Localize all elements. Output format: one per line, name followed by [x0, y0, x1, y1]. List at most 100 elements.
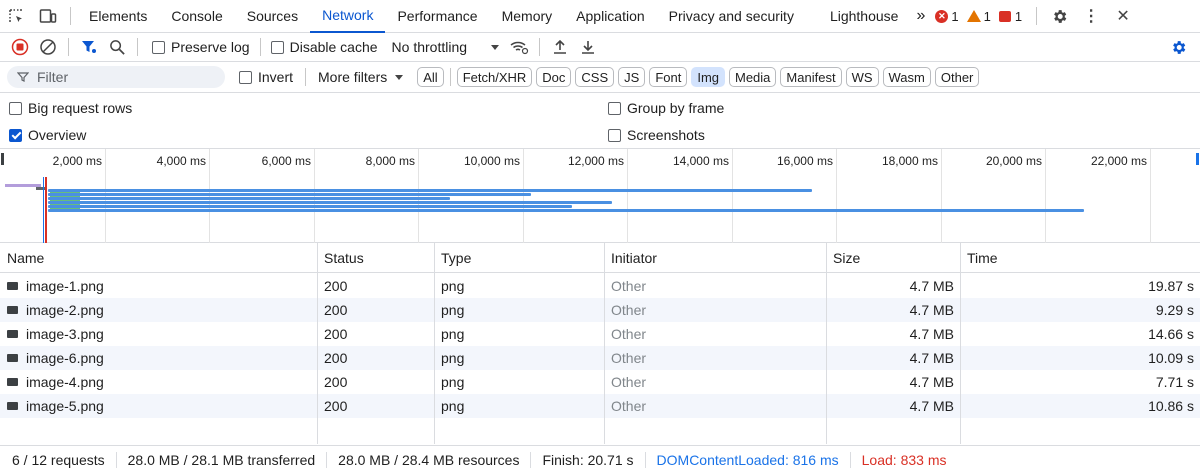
column-header-size[interactable]: Size [826, 243, 960, 273]
filter-type-other[interactable]: Other [934, 67, 980, 87]
settings-gear-icon[interactable] [1043, 0, 1075, 33]
column-header-time[interactable]: Time [960, 243, 1200, 273]
filter-type-img[interactable]: Img [691, 67, 725, 87]
filter-type-manifest[interactable]: Manifest [780, 67, 842, 87]
export-har-icon[interactable] [574, 34, 602, 60]
column-divider[interactable] [434, 243, 435, 444]
checkbox-box[interactable] [239, 70, 252, 84]
filter-type-js[interactable]: JS [618, 67, 646, 87]
tick-label: 20,000 ms [985, 154, 1042, 168]
cell-name: image-5.png [0, 394, 317, 418]
cell-initiator: Other [611, 302, 647, 318]
tick-label: 12,000 ms [567, 154, 624, 168]
column-header-initiator[interactable]: Initiator [604, 243, 826, 273]
divider [539, 38, 541, 56]
device-toolbar-icon[interactable] [32, 0, 64, 33]
preserve-log-checkbox[interactable]: Preserve log [152, 39, 250, 55]
column-divider[interactable] [604, 243, 605, 444]
search-icon[interactable] [103, 34, 131, 60]
cell-status: 200 [324, 350, 348, 366]
warning-count: 1 [983, 8, 991, 24]
cell-size: 4.7 MB [909, 398, 954, 414]
checkbox-box[interactable] [9, 128, 22, 142]
error-counter[interactable]: ✕ 1 [935, 8, 959, 24]
cell-type: png [441, 278, 465, 294]
filter-type-doc[interactable]: Doc [536, 67, 572, 87]
tab-memory[interactable]: Memory [490, 0, 565, 33]
error-count: 1 [951, 8, 959, 24]
checkbox-box[interactable] [608, 101, 621, 115]
filter-type-css[interactable]: CSS [575, 67, 615, 87]
cell-time: 10.86 s [1148, 398, 1194, 414]
overview-left-handle[interactable] [1, 153, 4, 165]
overview-checkbox[interactable]: Overview [9, 127, 86, 143]
network-conditions-icon[interactable] [505, 34, 533, 60]
overview-timeline[interactable]: 2,000 ms 4,000 ms 6,000 ms 8,000 ms 10,0… [0, 148, 1200, 243]
table-row[interactable]: image-5.png 200 png Other 4.7 MB 10.86 s [0, 394, 1200, 418]
filter-type-wasm[interactable]: Wasm [882, 67, 931, 87]
filter-input[interactable]: Filter [7, 66, 225, 88]
tab-network[interactable]: Network [310, 0, 386, 33]
column-header-status[interactable]: Status [317, 243, 434, 273]
import-har-icon[interactable] [546, 34, 574, 60]
record-stop-icon[interactable] [6, 34, 34, 60]
gridline [105, 149, 106, 243]
disable-cache-checkbox[interactable]: Disable cache [270, 39, 378, 55]
tab-performance[interactable]: Performance [385, 0, 489, 33]
invert-checkbox[interactable]: Invert [239, 69, 293, 85]
filter-type-font[interactable]: Font [649, 67, 688, 87]
cell-name: image-2.png [0, 298, 317, 322]
network-summary-bar: 6 / 12 requests 28.0 MB / 28.1 MB transf… [0, 445, 1200, 474]
issues-counter[interactable]: 1 [998, 8, 1023, 24]
divider [68, 38, 69, 56]
gridline [418, 149, 419, 243]
column-divider[interactable] [317, 243, 318, 444]
cell-initiator: Other [611, 350, 647, 366]
filter-type-all[interactable]: All [417, 67, 444, 87]
more-tabs-button[interactable]: » [910, 0, 931, 33]
cell-type: png [441, 374, 465, 390]
table-row[interactable]: image-2.png 200 png Other 4.7 MB 9.29 s [0, 298, 1200, 322]
more-options-icon[interactable]: ⋮ [1075, 0, 1107, 33]
clear-icon[interactable] [34, 34, 62, 60]
more-filters-dropdown[interactable]: More filters [318, 69, 404, 85]
tab-elements[interactable]: Elements [77, 0, 159, 33]
table-row[interactable]: image-4.png 200 png Other 4.7 MB 7.71 s [0, 370, 1200, 394]
table-row[interactable]: image-3.png 200 png Other 4.7 MB 14.66 s [0, 322, 1200, 346]
network-settings-gear-icon[interactable] [1164, 34, 1192, 60]
group-by-frame-checkbox[interactable]: Group by frame [608, 100, 724, 116]
tick-label: 6,000 ms [261, 154, 311, 168]
table-row[interactable]: image-1.png 200 png Other 4.7 MB 19.87 s [0, 274, 1200, 298]
filter-type-fetch-xhr[interactable]: Fetch/XHR [456, 67, 533, 87]
load-time: Load: 833 ms [861, 452, 947, 468]
tab-console[interactable]: Console [159, 0, 234, 33]
tick-label: 18,000 ms [881, 154, 938, 168]
big-request-rows-checkbox[interactable]: Big request rows [9, 100, 132, 116]
throttling-select[interactable]: No throttling [392, 39, 500, 55]
tab-lighthouse[interactable]: Lighthouse [806, 0, 911, 33]
tab-sources[interactable]: Sources [235, 0, 310, 33]
overview-right-handle[interactable] [1196, 153, 1199, 165]
filter-type-media[interactable]: Media [729, 67, 777, 87]
screenshots-checkbox[interactable]: Screenshots [608, 127, 705, 143]
column-divider[interactable] [960, 243, 961, 444]
close-devtools-icon[interactable]: ✕ [1107, 0, 1139, 33]
column-divider[interactable] [826, 243, 827, 444]
tab-privacy-security[interactable]: Privacy and security [657, 0, 806, 33]
overview-request-bar [48, 189, 812, 192]
column-header-type[interactable]: Type [434, 243, 604, 273]
table-row[interactable]: image-6.png 200 png Other 4.7 MB 10.09 s [0, 346, 1200, 370]
gridline [941, 149, 942, 243]
checkbox-box[interactable] [270, 40, 284, 54]
issues-count: 1 [1014, 8, 1023, 24]
checkbox-box[interactable] [9, 101, 22, 115]
inspect-element-icon[interactable] [0, 0, 32, 33]
finish-time: Finish: 20.71 s [531, 452, 646, 468]
tab-application[interactable]: Application [564, 0, 657, 33]
filter-funnel-icon[interactable] [75, 34, 103, 60]
column-header-name[interactable]: Name [0, 243, 317, 273]
checkbox-box[interactable] [608, 128, 621, 142]
filter-type-ws[interactable]: WS [845, 67, 879, 87]
warning-counter[interactable]: 1 [966, 8, 991, 24]
checkbox-box[interactable] [152, 40, 165, 54]
